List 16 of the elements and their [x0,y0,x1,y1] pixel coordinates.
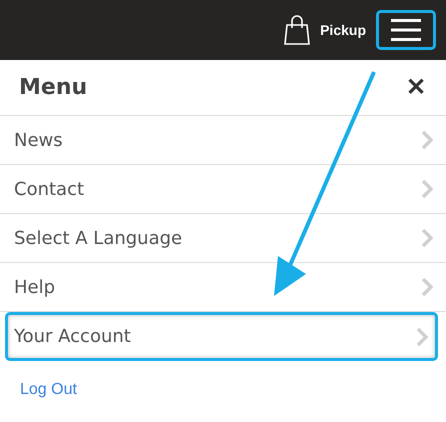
chevron-right-icon [421,179,433,199]
menu-button[interactable] [376,10,436,50]
chevron-right-icon [416,326,428,346]
menu-item[interactable]: Select A Language [0,214,446,263]
close-button[interactable]: ✕ [406,73,426,102]
menu-item[interactable]: Contact [0,165,446,214]
chevron-right-icon [421,228,433,248]
pickup-link[interactable]: Pickup [320,22,366,38]
chevron-right-icon [421,130,433,150]
menu-icon [391,19,421,41]
menu-item[interactable]: Your Account [5,312,438,361]
chevron-right-icon [421,277,433,297]
shopping-bag-icon[interactable] [284,15,310,45]
menu-title: Menu [19,75,88,100]
menu-item[interactable]: News [0,116,446,165]
log-out-link[interactable]: Log Out [20,381,77,398]
